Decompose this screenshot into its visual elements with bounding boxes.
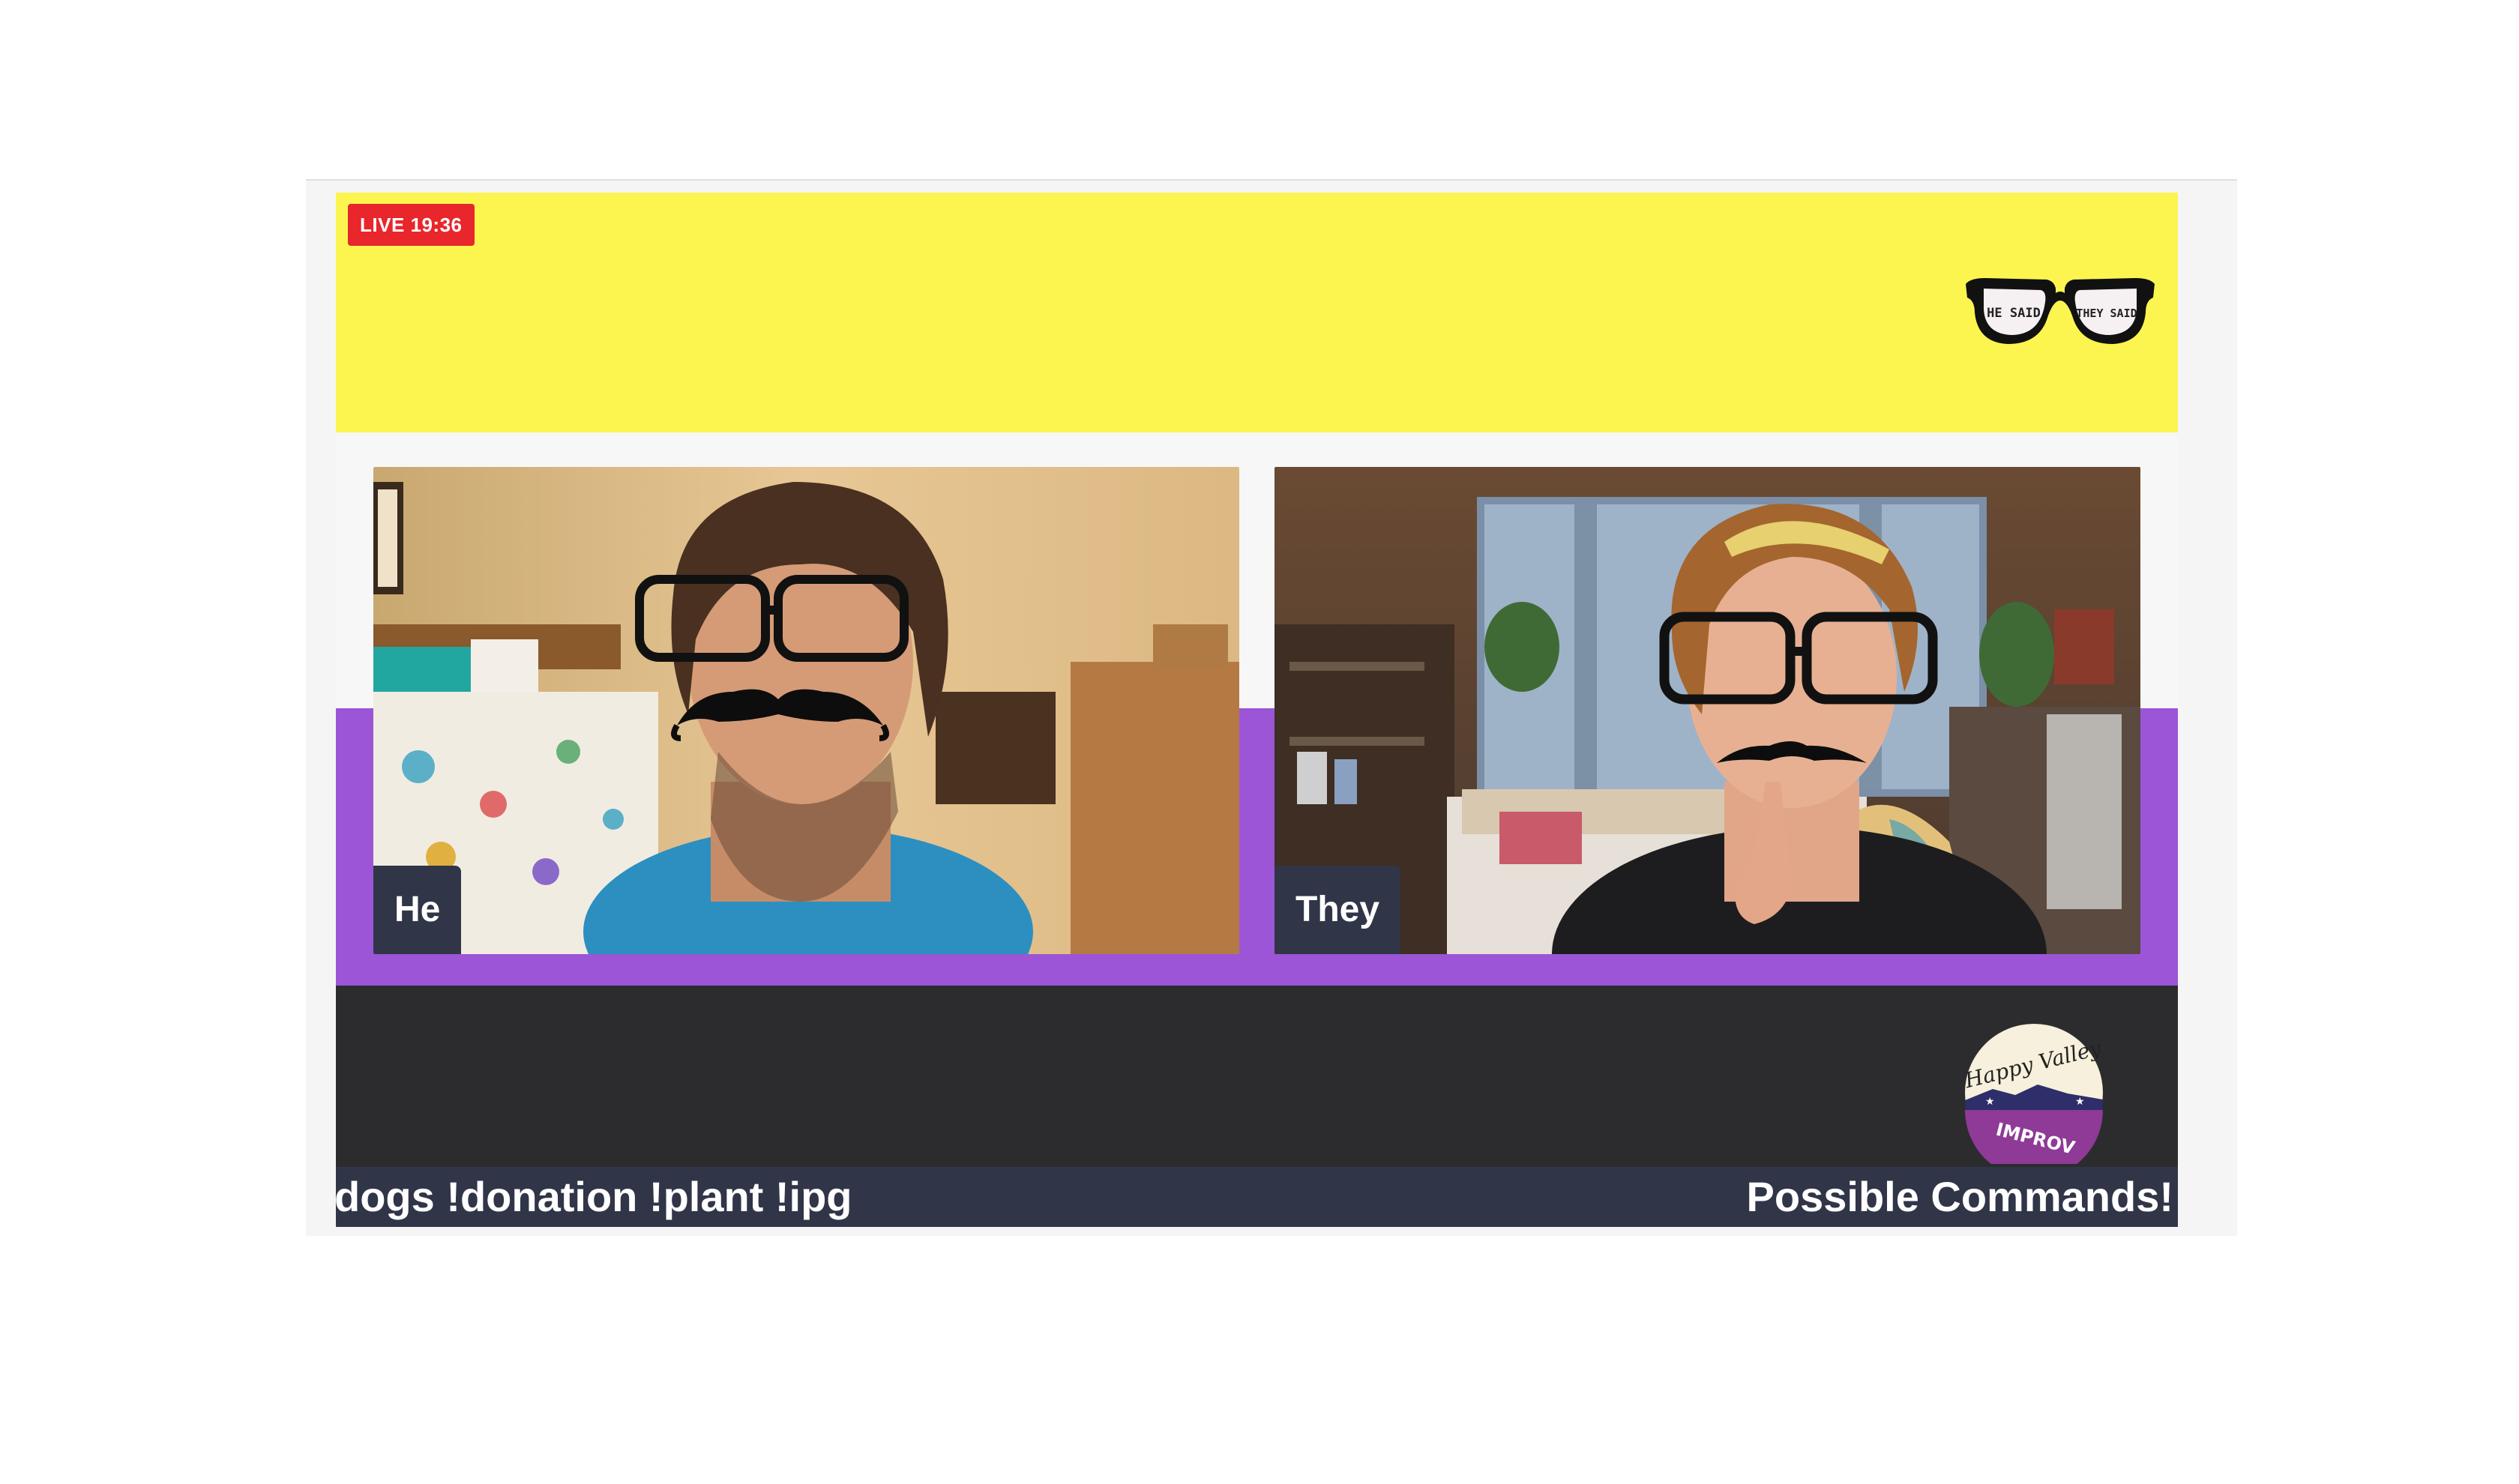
happy-valley-improv-logo: ★ ★ Happy Valley IMPROV: [1963, 1024, 2104, 1164]
dark-band: [336, 986, 2178, 1170]
logo-star-left: ★: [1985, 1096, 1995, 1108]
participant-name-label: They: [1274, 866, 1401, 954]
ticker-commands-label: Possible Commands!: [1746, 1173, 2173, 1220]
glasses-right-text: THEY SAID: [2076, 307, 2137, 320]
ticker-scroll-text: dogs !donation !plant !ipg: [336, 1173, 852, 1220]
stream-stage: LIVE 19:36 HE SAID THEY SAID He They ★ ★…: [306, 179, 2237, 1236]
glasses-left-text: HE SAID: [1987, 306, 2041, 321]
logo-star-right: ★: [2075, 1096, 2085, 1108]
commands-ticker: dogs !donation !plant !ipg Possible Comm…: [336, 1167, 2178, 1227]
live-timer-badge: LIVE 19:36: [348, 204, 475, 246]
glasses-logo-icon: HE SAID THEY SAID: [1966, 278, 2155, 344]
video-feed-they: [1274, 467, 2140, 954]
video-feed-he: [373, 467, 1239, 954]
top-banner: [336, 193, 2178, 432]
broadcast-canvas: LIVE 19:36 HE SAID THEY SAID He They ★ ★…: [336, 193, 2178, 1227]
video-tile-they[interactable]: They: [1274, 467, 2140, 954]
video-tile-he[interactable]: He: [373, 467, 1239, 954]
participant-name-label: He: [373, 866, 462, 954]
